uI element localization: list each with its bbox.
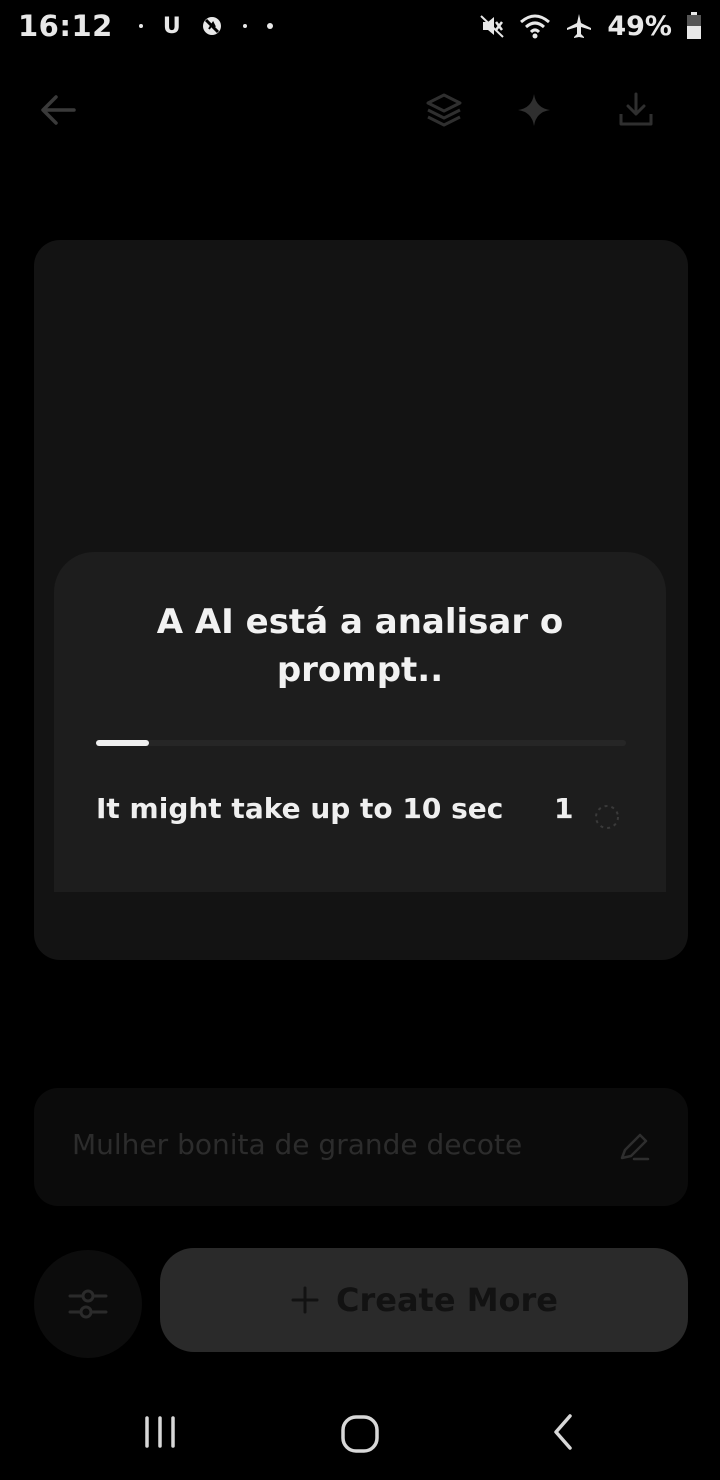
countdown-value: 1 <box>554 792 574 825</box>
recent-apps-icon[interactable] <box>140 1412 180 1452</box>
notification-dot-icon <box>266 23 273 29</box>
create-more-label: Create More <box>335 1281 558 1319</box>
prompt-field[interactable]: Mulher bonita de grande decote <box>34 1088 688 1206</box>
status-time: 16:12 <box>18 9 113 43</box>
layers-icon[interactable] <box>422 88 466 132</box>
battery-icon <box>687 12 701 39</box>
back-nav-icon[interactable] <box>544 1412 584 1452</box>
sparkle-icon[interactable] <box>512 88 556 132</box>
analyzing-dialog: A AI está a analisar o prompt.. It might… <box>54 552 666 892</box>
system-nav-bar <box>0 1390 720 1480</box>
sliders-icon <box>68 1289 108 1319</box>
status-system-icons: 49% <box>479 11 702 42</box>
status-bar: 16:12 U 49% <box>0 0 720 52</box>
dialog-hint: It might take up to 10 sec <box>96 792 504 825</box>
notification-dot-icon <box>138 24 143 28</box>
status-notification-icons: U <box>138 13 273 39</box>
create-more-button[interactable]: Create More <box>160 1248 688 1352</box>
dialog-title: A AI está a analisar o prompt.. <box>156 602 564 690</box>
arrow-left-icon[interactable] <box>36 88 80 132</box>
battery-percent: 49% <box>607 10 672 42</box>
app-bar <box>0 80 720 140</box>
airplane-icon <box>567 14 592 38</box>
progress-bar <box>96 740 626 746</box>
home-icon[interactable] <box>338 1412 382 1456</box>
plus-icon <box>291 1286 319 1314</box>
wifi-icon <box>520 14 551 39</box>
download-icon[interactable] <box>614 88 658 132</box>
progress-fill <box>96 740 149 746</box>
settings-button[interactable] <box>34 1250 142 1358</box>
mute-icon <box>480 15 505 38</box>
blocked-app-icon <box>202 17 221 35</box>
status-badge-u: U <box>162 13 181 39</box>
prompt-text: Mulher bonita de grande decote <box>72 1128 523 1161</box>
pencil-icon[interactable] <box>616 1128 652 1164</box>
loading-spinner-icon <box>595 805 619 829</box>
notification-dot-icon <box>242 24 247 28</box>
